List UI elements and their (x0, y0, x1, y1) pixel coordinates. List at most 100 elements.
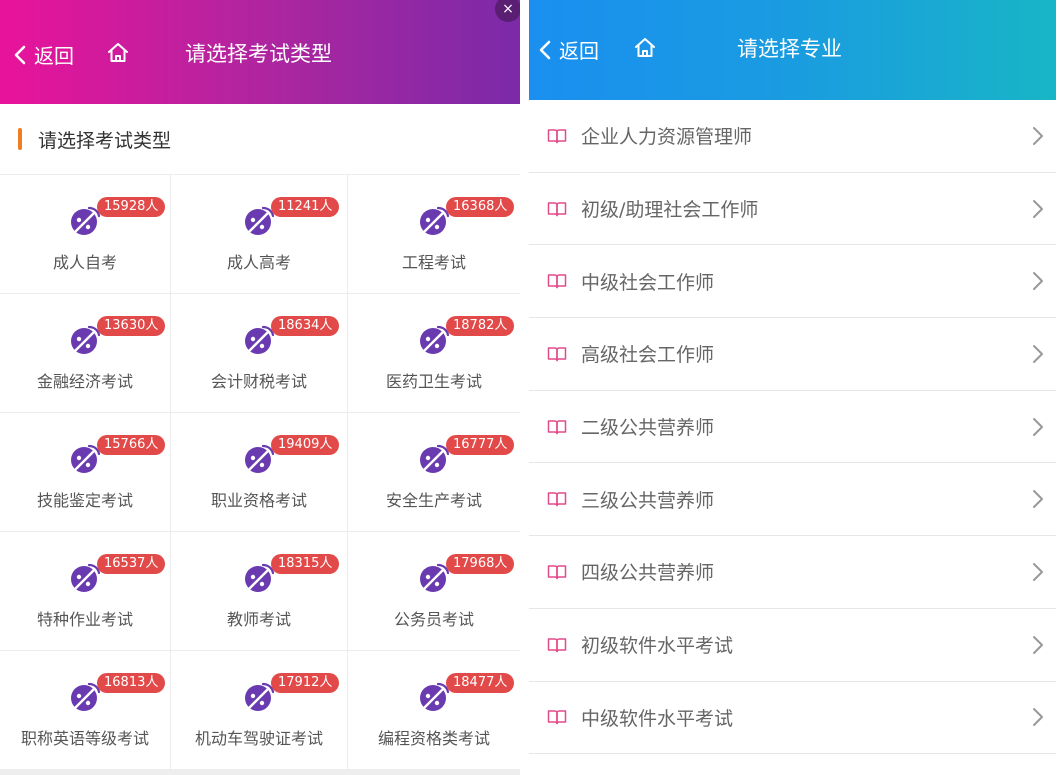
exam-icon (243, 681, 275, 713)
exam-icon (418, 443, 450, 475)
chevron-right-icon (1033, 635, 1043, 654)
chevron-right-icon (1033, 417, 1043, 436)
exam-type-item[interactable]: 18634人会计财税考试 (171, 294, 348, 413)
major-list-item[interactable]: 初级软件水平考试 (529, 609, 1056, 682)
exam-type-label: 公务员考试 (393, 610, 474, 629)
exam-icon (243, 443, 275, 475)
exam-type-item[interactable]: 13630人 金融经济考试 (0, 294, 171, 413)
exam-type-item[interactable]: 15928人成人自考 (0, 175, 171, 294)
exam-type-panel: 返回 请选择考试类型 × 请选择考试类型 15928人 成人自考 11241人 成人高… (0, 0, 520, 775)
exam-icon (418, 562, 450, 594)
close-button[interactable]: × (495, 0, 520, 22)
book-icon (547, 710, 567, 725)
exam-icon (243, 324, 275, 356)
chevron-right-icon (1033, 199, 1043, 218)
home-button[interactable] (633, 36, 657, 64)
exam-type-label: 工程考试 (401, 253, 466, 272)
exam-type-label: 教师考试 (226, 610, 291, 629)
exam-icon (69, 205, 101, 237)
exam-type-item[interactable]: 16368人工程考试 (348, 175, 520, 294)
major-label: 高级社会工作师 (581, 344, 715, 367)
exam-type-label: 职称英语等级考试 (20, 729, 149, 748)
major-list-item[interactable]: 四级公共营养师 (529, 536, 1056, 609)
major-list-item[interactable]: 二级公共营养师 (529, 391, 1056, 464)
book-icon (547, 129, 567, 144)
exam-type-label: 成人自考 (52, 253, 117, 272)
book-icon (547, 565, 567, 580)
major-label: 企业人力资源管理师 (581, 126, 753, 149)
exam-type-item[interactable]: 15766人技能鉴定考试 (0, 413, 171, 532)
participant-count-badge: 18782人 (446, 316, 515, 336)
exam-icon (418, 681, 450, 713)
back-label: 返回 (34, 44, 74, 68)
major-label: 初级/助理社会工作师 (581, 199, 759, 222)
chevron-right-icon (1033, 272, 1043, 291)
major-list-item[interactable]: 三级公共营养师 (529, 463, 1056, 537)
participant-count-badge: 17968人 (446, 554, 515, 574)
exam-type-label: 金融经济考试 (36, 372, 133, 391)
footer-divider (0, 769, 520, 775)
participant-count-badge: 15928人 (97, 197, 166, 217)
page-title: 请选择专业 (737, 37, 842, 61)
exam-type-item[interactable]: 11241人 成人高考 (171, 175, 348, 294)
major-list-item[interactable]: 中级软件水平考试 (529, 682, 1056, 755)
exam-type-header: 返回 请选择考试类型 (0, 0, 520, 104)
back-button[interactable]: 返回 (539, 35, 599, 64)
exam-type-label: 医药卫生考试 (385, 372, 482, 391)
exam-icon (69, 443, 101, 475)
exam-icon (243, 562, 275, 594)
major-panel: 返回 请选择专业 企业人力资源管理师 初级/助理社会工作师 中级社会工作师 高级社会工… (529, 0, 1056, 775)
major-list-item[interactable]: 高级社会工作师 (529, 318, 1056, 391)
major-label: 三级公共营养师 (581, 489, 715, 512)
exam-type-item[interactable]: 18782人医药卫生考试 (348, 294, 520, 413)
major-header: 返回 请选择专业 (529, 0, 1056, 100)
exam-type-label: 特种作业考试 (36, 610, 133, 629)
participant-count-badge: 17912人 (271, 673, 340, 693)
major-list-item[interactable]: 企业人力资源管理师 (529, 100, 1056, 173)
major-list-item[interactable]: 中级社会工作师 (529, 245, 1056, 319)
participant-count-badge: 16368人 (446, 197, 515, 217)
major-label: 四级公共营养师 (581, 562, 715, 585)
major-label: 中级社会工作师 (581, 271, 715, 294)
participant-count-badge: 11241人 (271, 197, 340, 217)
home-button[interactable] (106, 41, 130, 69)
exam-type-item[interactable]: 18315人 教师考试 (171, 532, 348, 651)
book-icon (547, 201, 567, 216)
exam-type-item[interactable]: 16813人职称英语等级考试 (0, 651, 171, 770)
section-accent-bar (18, 128, 22, 150)
chevron-right-icon (1033, 344, 1043, 363)
book-icon (547, 419, 567, 434)
book-icon (547, 347, 567, 362)
exam-icon (69, 681, 101, 713)
exam-type-label: 安全生产考试 (385, 491, 482, 510)
home-icon (635, 38, 655, 57)
exam-type-label: 编程资格类考试 (377, 729, 490, 748)
chevron-right-icon (1033, 562, 1043, 581)
chevron-right-icon (1033, 490, 1043, 509)
exam-type-item[interactable]: 16777人 安全生产考试 (348, 413, 520, 532)
major-list-item[interactable]: 初级/助理社会工作师 (529, 173, 1056, 246)
exam-type-grid: 15928人 成人自考 11241人 成人高考 16368人 工程考试 13630人 金融经济… (0, 174, 520, 770)
chevron-right-icon (1033, 708, 1043, 727)
exam-icon (69, 562, 101, 594)
exam-type-item[interactable]: 17968人公务员考试 (348, 532, 520, 651)
exam-type-label: 技能鉴定考试 (36, 491, 133, 510)
participant-count-badge: 19409人 (271, 435, 340, 455)
page-title: 请选择考试类型 (185, 42, 332, 66)
chevron-left-icon (14, 45, 26, 64)
exam-type-item[interactable]: 17912人 机动车驾驶证考试 (171, 651, 348, 770)
exam-type-item[interactable]: 16537人 特种作业考试 (0, 532, 171, 651)
exam-type-label: 职业资格考试 (210, 491, 307, 510)
participant-count-badge: 15766人 (97, 435, 166, 455)
chevron-right-icon (1033, 126, 1043, 145)
major-list: 企业人力资源管理师 初级/助理社会工作师 中级社会工作师 高级社会工作师 二级公共营养师… (529, 100, 1056, 755)
major-label: 二级公共营养师 (581, 417, 715, 440)
exam-type-item[interactable]: 19409人职业资格考试 (171, 413, 348, 532)
participant-count-badge: 18634人 (271, 316, 340, 336)
book-icon (547, 492, 567, 507)
section-title: 请选择考试类型 (38, 129, 172, 152)
exam-type-item[interactable]: 18477人 编程资格类考试 (348, 651, 520, 770)
participant-count-badge: 16813人 (97, 673, 166, 693)
back-button[interactable]: 返回 (14, 40, 74, 69)
exam-type-label: 会计财税考试 (210, 372, 307, 391)
